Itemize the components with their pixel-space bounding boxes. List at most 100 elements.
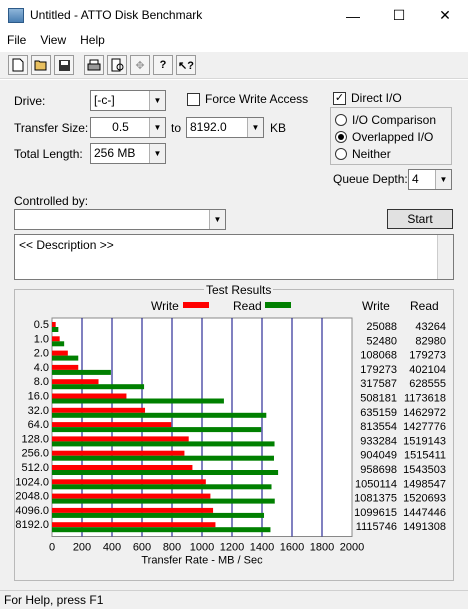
read-value-label: 402104 — [409, 364, 446, 376]
print-preview-icon[interactable] — [107, 55, 127, 75]
menu-help[interactable]: Help — [73, 31, 112, 51]
read-value-label: 1543503 — [403, 464, 446, 476]
drive-label: Drive: — [14, 94, 46, 108]
app-icon — [8, 8, 24, 23]
y-tick-label: 512.0 — [21, 462, 49, 474]
description-text: << Description >> — [19, 238, 114, 252]
io-comparison-label: I/O Comparison — [352, 113, 437, 127]
write-bar — [52, 479, 206, 485]
neither-label: Neither — [352, 147, 391, 161]
chevron-down-icon: ▼ — [435, 170, 451, 189]
write-value-label: 317587 — [360, 378, 397, 390]
new-file-icon[interactable] — [8, 55, 28, 75]
read-bar — [52, 341, 65, 347]
x-tick-label: 200 — [73, 542, 91, 554]
write-value-label: 813554 — [360, 421, 397, 433]
force-write-checkbox[interactable]: Force Write Access — [187, 92, 308, 106]
menu-bar: File View Help — [0, 31, 468, 51]
y-tick-label: 1.0 — [34, 333, 49, 345]
kb-label: KB — [270, 121, 287, 135]
status-text: For Help, press F1 — [4, 593, 104, 607]
menu-view[interactable]: View — [33, 31, 73, 51]
write-bar — [52, 350, 68, 356]
write-bar — [52, 436, 189, 442]
y-tick-label: 4096.0 — [15, 505, 49, 517]
write-value-label: 1099615 — [354, 507, 397, 519]
open-folder-icon[interactable] — [31, 55, 51, 75]
write-bar — [52, 465, 193, 470]
to-label: to — [171, 121, 182, 135]
chevron-down-icon: ▼ — [209, 210, 225, 229]
read-bar — [52, 355, 79, 361]
read-bar — [52, 498, 275, 504]
write-value-label: 1081375 — [354, 493, 397, 505]
write-bar — [52, 493, 211, 499]
write-value-label: 1050114 — [355, 478, 397, 490]
read-bar — [52, 527, 271, 533]
read-bar — [52, 398, 224, 404]
window-title: Untitled - ATTO Disk Benchmark — [30, 8, 203, 22]
legend-read-swatch — [265, 302, 291, 308]
read-bar — [52, 455, 274, 461]
close-button[interactable]: ✕ — [422, 0, 468, 31]
write-bar — [52, 379, 99, 385]
column-write-header: Write — [362, 299, 390, 313]
queue-depth-label: Queue Depth: — [333, 172, 408, 186]
write-bar — [52, 450, 185, 456]
read-value-label: 43264 — [415, 321, 446, 333]
transfer-to-select[interactable]: 8192.0 ▼ — [186, 117, 264, 138]
y-tick-label: 2.0 — [34, 348, 49, 360]
read-value-label: 1462972 — [403, 407, 446, 419]
controlled-by-select[interactable]: ▼ — [14, 209, 226, 230]
y-tick-label: 1024.0 — [15, 476, 49, 488]
overlapped-io-radio[interactable]: Overlapped I/O — [335, 130, 433, 144]
print-icon[interactable] — [84, 55, 104, 75]
read-bar — [52, 327, 59, 332]
save-disk-icon[interactable] — [54, 55, 74, 75]
write-bar — [52, 522, 216, 528]
description-scrollbar[interactable] — [437, 235, 453, 279]
x-tick-label: 600 — [133, 542, 151, 554]
radio-circle — [335, 114, 347, 126]
overlapped-io-label: Overlapped I/O — [352, 130, 434, 144]
write-bar — [52, 407, 146, 413]
help-icon[interactable]: ? — [153, 55, 173, 75]
y-tick-label: 8.0 — [34, 376, 49, 388]
checkbox-box — [187, 92, 200, 106]
write-value-label: 508181 — [360, 393, 397, 405]
total-length-label: Total Length: — [14, 147, 83, 161]
menu-file[interactable]: File — [0, 31, 33, 51]
x-tick-label: 0 — [49, 542, 55, 554]
description-box[interactable]: << Description >> — [14, 234, 454, 280]
legend-read-label: Read — [233, 299, 262, 313]
legend-write-label: Write — [151, 299, 179, 313]
io-comparison-radio[interactable]: I/O Comparison — [335, 113, 436, 127]
transfer-from-select[interactable]: 0.5 ▼ — [90, 117, 166, 138]
neither-radio[interactable]: Neither — [335, 147, 391, 161]
queue-depth-select[interactable]: 4 ▼ — [408, 169, 452, 190]
direct-io-checkbox[interactable]: ✓ Direct I/O — [333, 91, 402, 105]
y-tick-label: 16.0 — [28, 391, 49, 403]
total-length-value: 256 MB — [94, 146, 136, 160]
maximize-button[interactable]: ☐ — [376, 0, 422, 31]
drive-select[interactable]: [-c-] ▼ — [90, 90, 166, 111]
total-length-select[interactable]: 256 MB ▼ — [90, 143, 166, 164]
write-value-label: 179273 — [360, 364, 397, 376]
read-bar — [52, 441, 275, 447]
context-help-icon[interactable]: ↖? — [176, 55, 196, 75]
read-value-label: 628555 — [409, 378, 446, 390]
radio-circle — [335, 148, 347, 160]
test-results-label: Test Results — [204, 283, 274, 297]
chevron-down-icon: ▼ — [149, 144, 165, 163]
transfer-from-value: 0.5 — [112, 120, 129, 134]
read-value-label: 82980 — [415, 335, 446, 347]
y-tick-label: 128.0 — [21, 433, 49, 445]
y-tick-label: 2048.0 — [15, 491, 49, 503]
move-icon[interactable]: ✥ — [130, 55, 150, 75]
read-value-label: 1515411 — [404, 450, 446, 462]
start-button[interactable]: Start — [387, 209, 453, 229]
x-tick-label: 1400 — [250, 542, 274, 554]
minimize-button[interactable]: — — [330, 0, 376, 31]
y-tick-label: 0.5 — [34, 319, 49, 331]
write-bar — [52, 322, 56, 327]
